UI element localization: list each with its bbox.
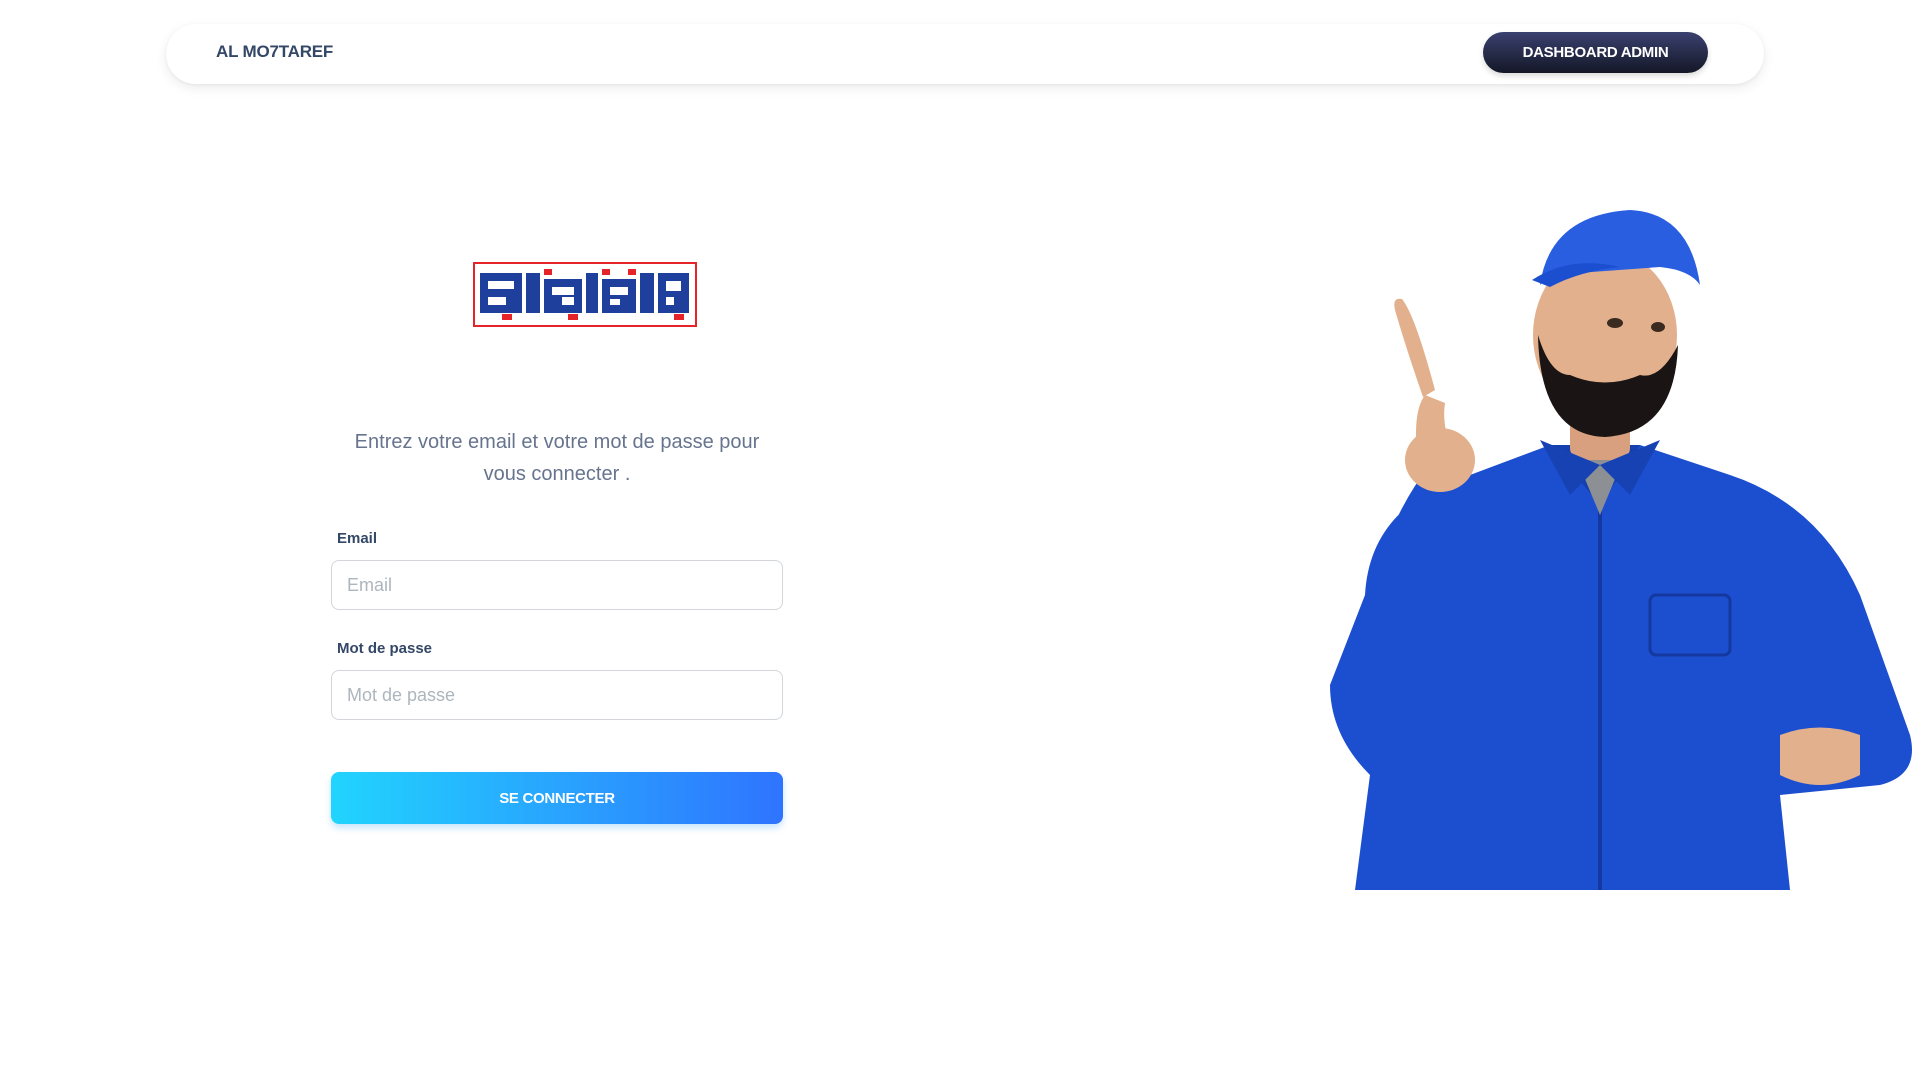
dashboard-admin-button[interactable]: DASHBOARD ADMIN	[1483, 32, 1708, 73]
email-label: Email	[337, 530, 378, 547]
email-input[interactable]	[331, 560, 783, 610]
brand-link[interactable]: AL MO7TAREF	[216, 42, 333, 62]
al-mohtaref-logo	[473, 262, 697, 327]
login-submit-button[interactable]: SE CONNECTER	[331, 772, 783, 824]
top-navbar: AL MO7TAREF DASHBOARD ADMIN	[166, 24, 1764, 84]
password-input[interactable]	[331, 670, 783, 720]
login-instructions: Entrez votre email et votre mot de passe…	[354, 431, 760, 485]
password-label: Mot de passe	[337, 640, 433, 657]
worker-pointing-illustration	[1220, 175, 1920, 890]
